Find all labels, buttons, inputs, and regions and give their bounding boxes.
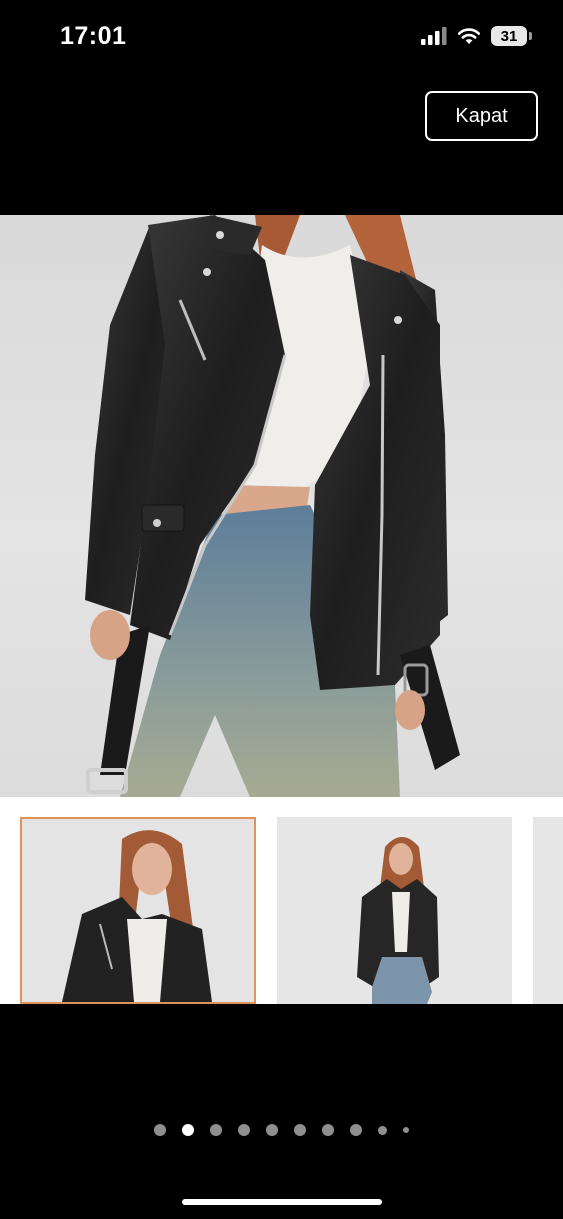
cellular-signal-icon bbox=[421, 27, 447, 45]
page-dot[interactable] bbox=[154, 1124, 166, 1136]
page-dot[interactable] bbox=[378, 1125, 387, 1135]
battery-icon: 31 bbox=[491, 26, 532, 46]
thumbnail-strip bbox=[0, 797, 563, 1004]
thumbnail-photo bbox=[22, 819, 254, 1002]
battery-level: 31 bbox=[500, 27, 518, 45]
page-dot[interactable] bbox=[238, 1124, 250, 1136]
thumbnail-3[interactable] bbox=[533, 817, 563, 1004]
thumbnail-2[interactable] bbox=[277, 817, 512, 1004]
status-time: 17:01 bbox=[60, 22, 127, 50]
page-dot[interactable] bbox=[266, 1124, 278, 1136]
page-indicator bbox=[0, 1120, 563, 1140]
page-dot-active[interactable] bbox=[182, 1124, 194, 1136]
status-bar: 17:01 31 bbox=[0, 0, 563, 80]
product-photo-leather-jacket bbox=[85, 215, 460, 797]
status-icons: 31 bbox=[421, 26, 532, 46]
thumbnail-1[interactable] bbox=[20, 817, 256, 1004]
close-button[interactable]: Kapat bbox=[425, 91, 538, 141]
wifi-icon bbox=[457, 28, 481, 44]
main-product-image[interactable] bbox=[0, 215, 563, 797]
home-indicator[interactable] bbox=[182, 1199, 382, 1205]
thumbnail-photo bbox=[277, 817, 512, 1004]
page-dot[interactable] bbox=[294, 1124, 306, 1136]
page-dot[interactable] bbox=[403, 1127, 409, 1133]
page-dot[interactable] bbox=[210, 1124, 222, 1136]
page-dot[interactable] bbox=[322, 1124, 334, 1136]
page-dot[interactable] bbox=[350, 1124, 362, 1136]
